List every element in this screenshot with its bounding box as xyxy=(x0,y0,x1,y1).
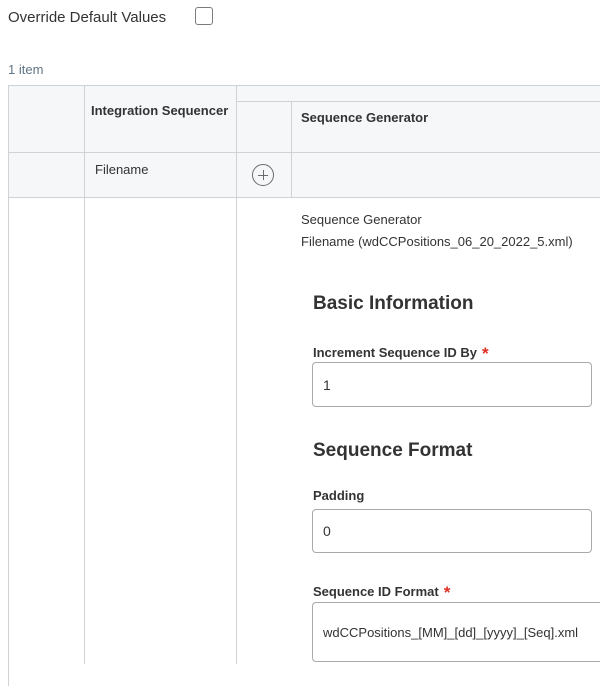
required-indicator: * xyxy=(443,583,451,602)
increment-sequence-input[interactable] xyxy=(312,362,592,407)
override-default-values-label: Override Default Values xyxy=(8,9,167,26)
sequence-id-format-label: Sequence ID Format * xyxy=(313,581,451,602)
grid-divider xyxy=(291,101,292,197)
sequence-id-format-label-text: Sequence ID Format xyxy=(313,584,439,599)
grid-divider xyxy=(236,101,600,102)
sequence-format-heading: Sequence Format xyxy=(313,440,473,461)
padding-input[interactable] xyxy=(312,509,592,553)
increment-sequence-label: Increment Sequence ID By * xyxy=(313,342,489,363)
item-count: 1 item xyxy=(8,62,44,77)
required-indicator: * xyxy=(482,344,489,363)
column-header-sequence-generator[interactable]: Sequence Generator xyxy=(301,110,428,125)
increment-sequence-label-text: Increment Sequence ID By xyxy=(313,345,477,360)
cell-integration-sequencer: Filename xyxy=(95,162,149,177)
column-header-integration-sequencer[interactable]: Integration Sequencer xyxy=(91,103,228,118)
basic-information-heading: Basic Information xyxy=(313,293,474,314)
override-default-values-checkbox[interactable] xyxy=(195,7,213,25)
plus-circle-icon[interactable] xyxy=(252,164,274,186)
grid-divider xyxy=(236,86,237,664)
padding-label: Padding xyxy=(313,488,365,503)
sequence-id-format-input[interactable] xyxy=(312,602,600,662)
grid-divider xyxy=(84,86,85,664)
panel-subtitle: Filename (wdCCPositions_06_20_2022_5.xml… xyxy=(301,234,573,249)
panel-title: Sequence Generator xyxy=(301,212,422,227)
grid-divider xyxy=(9,152,600,153)
grid-divider xyxy=(9,197,600,198)
